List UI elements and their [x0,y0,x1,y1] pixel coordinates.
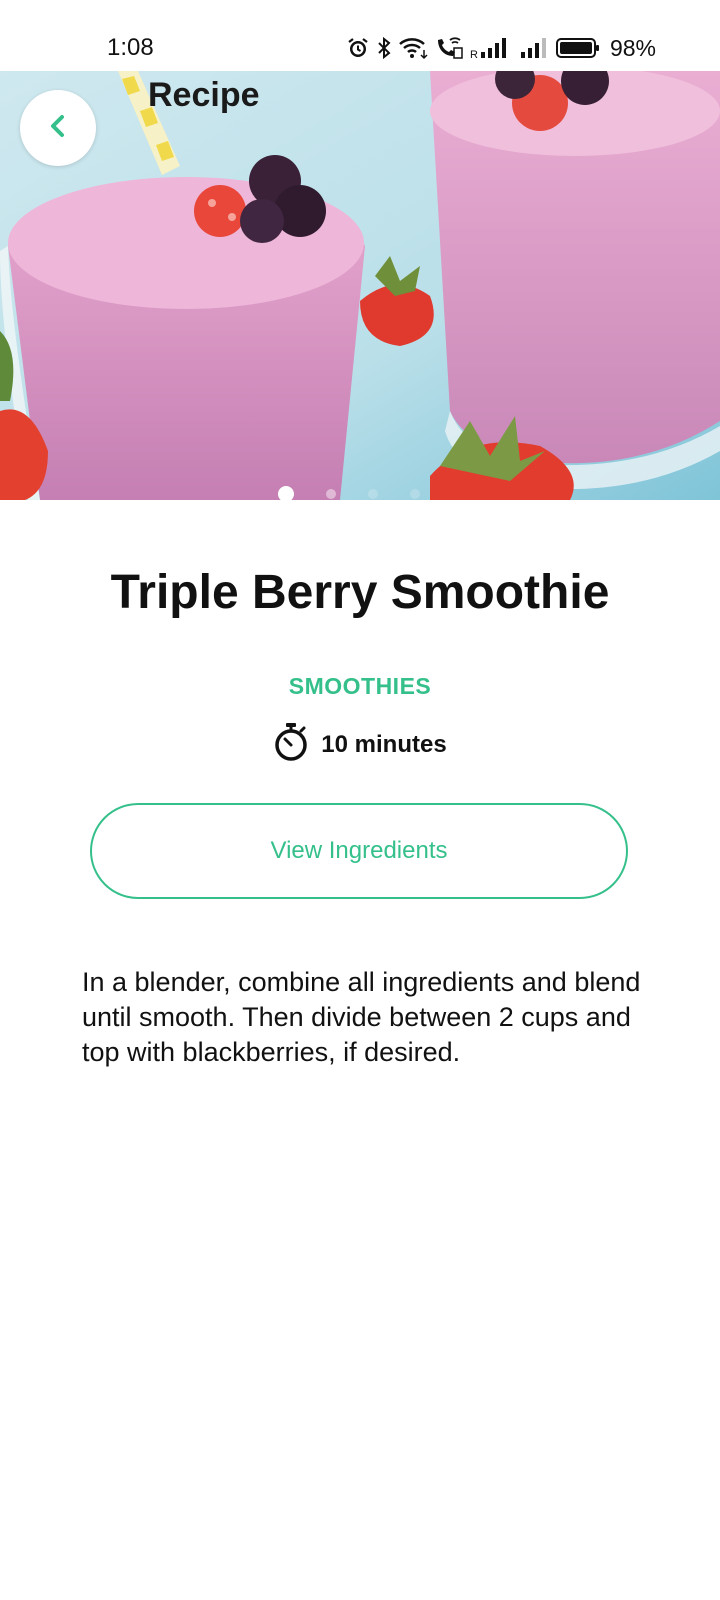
wifi-calling-icon [434,36,464,60]
recipe-hero-image[interactable] [0,71,720,500]
battery-percent: 98% [609,34,656,61]
page-dot[interactable] [368,489,378,499]
svg-text:R: R [470,49,478,60]
status-bar: 1:08 R 98% [0,0,720,72]
app-bar-title: Recipe [148,76,260,114]
stopwatch-icon [273,722,309,767]
page-dot-active[interactable] [278,486,294,500]
recipe-title: Triple Berry Smoothie [110,566,610,619]
carousel-page-indicator[interactable] [278,486,420,500]
prep-time: 10 minutes [0,722,720,767]
signal-icon: R [470,36,514,60]
bluetooth-icon [376,36,392,60]
recipe-instructions: In a blender, combine all ingredients an… [82,967,641,1067]
page-dot[interactable] [410,489,420,499]
page-dot[interactable] [326,489,336,499]
back-button[interactable] [20,90,96,166]
battery-icon [555,36,600,60]
chevron-left-icon [44,112,72,145]
status-icons: R 98% [346,33,656,63]
recipe-category: SMOOTHIES [288,673,432,699]
signal-icon [520,36,550,60]
wifi-icon [398,36,428,60]
status-time: 1:08 [107,34,154,61]
view-ingredients-button[interactable]: View Ingredients [90,803,628,899]
alarm-icon [346,36,370,60]
prep-time-text: 10 minutes [321,730,447,758]
